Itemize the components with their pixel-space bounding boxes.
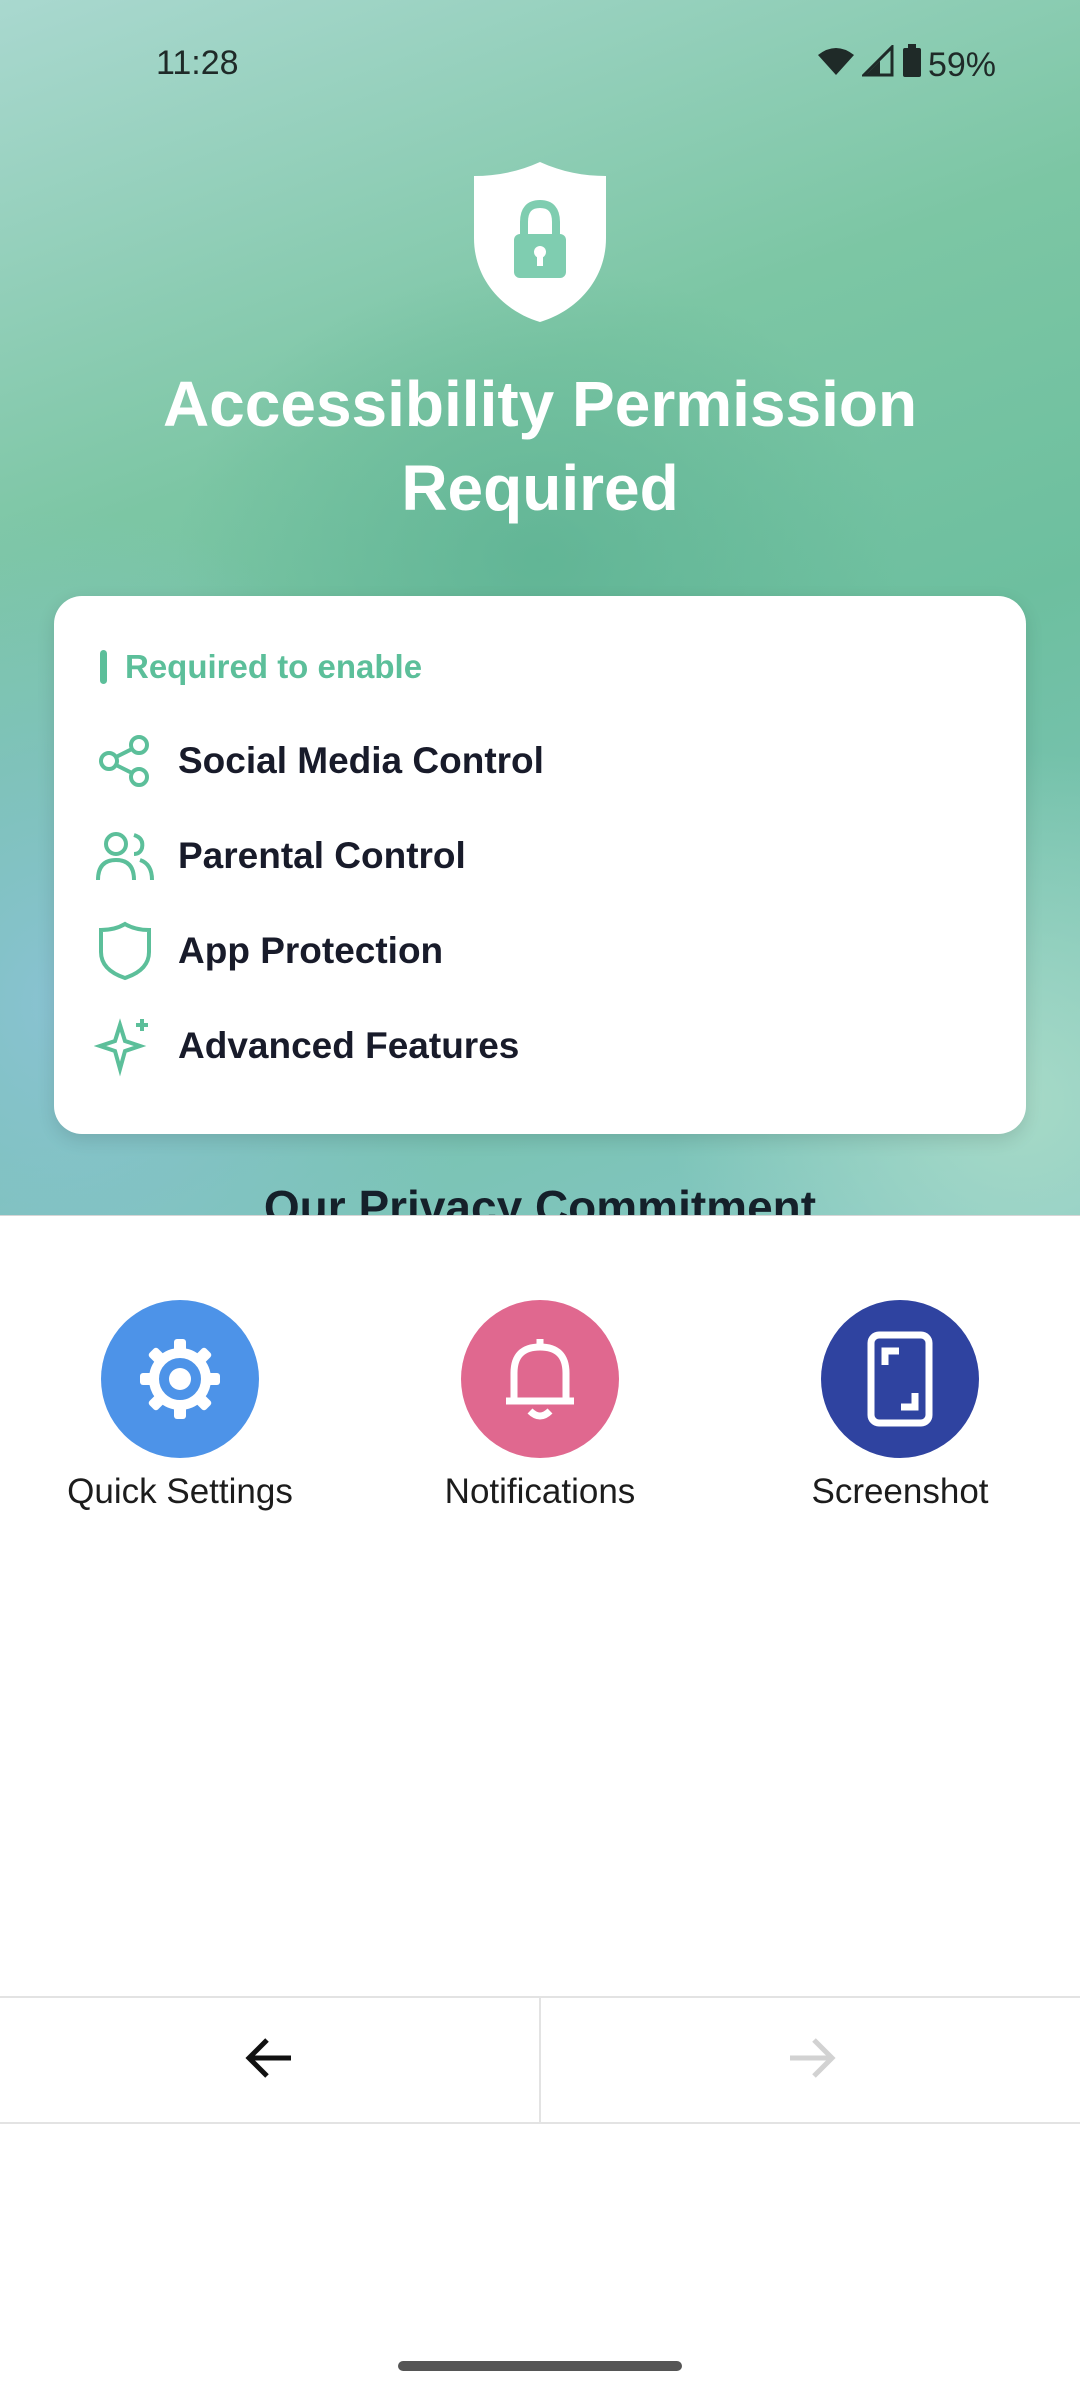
card-header: Required to enable bbox=[100, 648, 422, 686]
action-label: Quick Settings bbox=[67, 1472, 293, 1511]
status-bar: 11:28 59% bbox=[0, 0, 1080, 134]
feature-label: Advanced Features bbox=[178, 1025, 520, 1066]
battery-percent: 59% bbox=[927, 46, 996, 84]
feature-label: Social Media Control bbox=[178, 740, 544, 781]
feature-item-parental-control: Parental Control bbox=[90, 821, 466, 891]
screenshot-action[interactable]: Screenshot bbox=[750, 1300, 1050, 1512]
privacy-commitment-heading: Our Privacy Commitment bbox=[263, 1181, 817, 1215]
users-icon bbox=[90, 821, 160, 891]
accent-bar bbox=[100, 650, 107, 684]
status-icons: 59% bbox=[816, 43, 996, 87]
feature-item-social-media: Social Media Control bbox=[90, 726, 544, 796]
hero-section: 11:28 59% Accessibility Permission Requi… bbox=[0, 0, 1080, 1215]
wifi-icon bbox=[816, 45, 856, 86]
screenshot-icon bbox=[821, 1300, 979, 1458]
action-label: Notifications bbox=[444, 1472, 636, 1511]
back-button[interactable] bbox=[0, 1998, 539, 2122]
status-time: 11:28 bbox=[156, 44, 239, 82]
feature-item-advanced-features: Advanced Features bbox=[90, 1011, 519, 1081]
shield-icon bbox=[90, 916, 160, 986]
page-title-line-1: Accessibility Permission bbox=[162, 368, 918, 440]
share-sheet: Quick Settings Notifications Screenshot bbox=[0, 1215, 1080, 2401]
notifications-action[interactable]: Notifications bbox=[390, 1300, 690, 1512]
home-indicator[interactable] bbox=[398, 2361, 682, 2371]
feature-label: Parental Control bbox=[178, 835, 466, 876]
battery-icon bbox=[902, 44, 922, 87]
share-icon bbox=[90, 726, 160, 796]
shield-lock-icon bbox=[466, 158, 614, 326]
page-title-line-2: Required bbox=[401, 452, 679, 524]
quick-settings-action[interactable]: Quick Settings bbox=[30, 1300, 330, 1512]
arrow-right-icon bbox=[786, 2036, 836, 2085]
feature-item-app-protection: App Protection bbox=[90, 916, 443, 986]
signal-icon bbox=[860, 43, 896, 86]
card-header-label: Required to enable bbox=[125, 648, 423, 685]
page-title: Accessibility Permission Required bbox=[80, 362, 1000, 530]
permission-card: Required to enable Social Media Control bbox=[54, 596, 1026, 1134]
bottom-navigation bbox=[0, 1996, 1080, 2124]
action-label: Screenshot bbox=[811, 1472, 989, 1511]
bell-icon bbox=[461, 1300, 619, 1458]
gear-icon bbox=[101, 1300, 259, 1458]
next-button[interactable] bbox=[541, 1998, 1080, 2122]
feature-label: App Protection bbox=[178, 930, 444, 971]
sparkles-icon bbox=[90, 1011, 160, 1081]
arrow-left-icon bbox=[244, 2036, 295, 2085]
